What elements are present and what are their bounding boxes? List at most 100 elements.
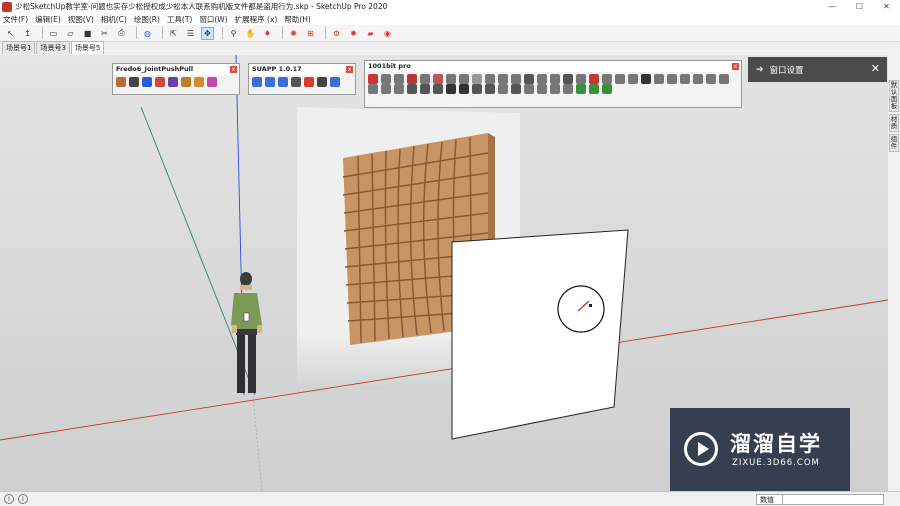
bit-tool-29-icon[interactable] — [368, 84, 378, 94]
model-info-icon[interactable]: ◍ — [141, 27, 154, 40]
bit-tool-24-icon[interactable] — [667, 74, 677, 84]
bit-tool-38-icon[interactable] — [485, 84, 495, 94]
bit-tool-36-icon[interactable] — [459, 84, 469, 94]
select-cursor-icon[interactable]: ↥ — [21, 27, 34, 40]
menu-draw[interactable]: 绘图(R) — [134, 14, 160, 25]
open-file-icon[interactable]: ▱ — [64, 27, 77, 40]
credits-icon[interactable]: i — [18, 494, 28, 504]
bit-tool-5-icon[interactable] — [420, 74, 430, 84]
orbit-icon[interactable]: ☰ — [184, 27, 197, 40]
menu-help[interactable]: 帮助(H) — [284, 14, 311, 25]
suapp-tool-2-icon[interactable] — [265, 77, 275, 87]
1001bit-close[interactable]: x — [732, 63, 739, 70]
bit-tool-43-icon[interactable] — [550, 84, 560, 94]
bit-tool-28-icon[interactable] — [719, 74, 729, 84]
close-button[interactable]: ✕ — [873, 0, 900, 13]
bit-tool-44-icon[interactable] — [563, 84, 573, 94]
bit-tool-46-icon[interactable] — [589, 84, 599, 94]
suapp-tool-1-icon[interactable] — [252, 77, 262, 87]
bit-tool-11-icon[interactable] — [498, 74, 508, 84]
bit-tool-1-icon[interactable] — [368, 74, 378, 84]
jpp-tool-7-icon[interactable] — [194, 77, 204, 87]
bit-tool-32-icon[interactable] — [407, 84, 417, 94]
jpp-tool-5-icon[interactable] — [168, 77, 178, 87]
bit-tool-21-icon[interactable] — [628, 74, 638, 84]
bit-tool-40-icon[interactable] — [511, 84, 521, 94]
jpp-tool-6-icon[interactable] — [181, 77, 191, 87]
menu-window[interactable]: 窗口(W) — [199, 14, 227, 25]
bit-tool-7-icon[interactable] — [446, 74, 456, 84]
bit-tool-41-icon[interactable] — [524, 84, 534, 94]
scene-tab-5[interactable]: 场景号5 — [70, 41, 105, 54]
bit-tool-34-icon[interactable] — [433, 84, 443, 94]
bit-tool-35-icon[interactable] — [446, 84, 456, 94]
suapp-tool-5-icon[interactable] — [304, 77, 314, 87]
window-settings-panel-header[interactable]: ➔ 窗口设置 ✕ — [748, 57, 887, 82]
scene-tab-1[interactable]: 场景号1 — [2, 41, 36, 54]
minimize-button[interactable]: — — [819, 0, 846, 13]
bit-tool-45-icon[interactable] — [576, 84, 586, 94]
suapp-tool-6-icon[interactable] — [317, 77, 327, 87]
menu-view[interactable]: 视图(V) — [68, 14, 94, 25]
scene-tab-3[interactable]: 场景号3 — [36, 41, 70, 54]
bit-tool-23-icon[interactable] — [654, 74, 664, 84]
bit-tool-19-icon[interactable] — [602, 74, 612, 84]
zoom-icon[interactable]: ⚲ — [227, 27, 240, 40]
suapp-tool-3-icon[interactable] — [278, 77, 288, 87]
cut-icon[interactable]: ✂ — [98, 27, 111, 40]
bit-tool-30-icon[interactable] — [381, 84, 391, 94]
menu-tools[interactable]: 工具(T) — [167, 14, 192, 25]
bit-tool-20-icon[interactable] — [615, 74, 625, 84]
jpp-tool-2-icon[interactable] — [129, 77, 139, 87]
select-arrow-icon[interactable]: ↖ — [4, 27, 17, 40]
bit-tool-31-icon[interactable] — [394, 84, 404, 94]
suapp-close[interactable]: x — [346, 66, 353, 73]
warehouse-icon[interactable]: ✹ — [347, 27, 360, 40]
bit-tool-42-icon[interactable] — [537, 84, 547, 94]
house-icon[interactable]: ✺ — [287, 27, 300, 40]
bit-tool-14-icon[interactable] — [537, 74, 547, 84]
new-file-icon[interactable]: ▭ — [47, 27, 60, 40]
ruby-icon[interactable]: ▰ — [364, 27, 377, 40]
jpp-tool-3-icon[interactable] — [142, 77, 152, 87]
menu-extensions[interactable]: 扩展程序 (x) — [235, 14, 278, 25]
suapp-tool-7-icon[interactable] — [330, 77, 340, 87]
measurements-box[interactable]: 数值 — [756, 494, 884, 505]
bit-tool-9-icon[interactable] — [472, 74, 482, 84]
side-tab-components[interactable]: 组件 — [889, 134, 899, 152]
white-face[interactable] — [451, 229, 629, 440]
bit-tool-10-icon[interactable] — [485, 74, 495, 84]
suapp-tool-4-icon[interactable] — [291, 77, 301, 87]
fire-icon[interactable]: ♦ — [261, 27, 274, 40]
bit-tool-18-icon[interactable] — [589, 74, 599, 84]
bit-tool-8-icon[interactable] — [459, 74, 469, 84]
bit-tool-17-icon[interactable] — [576, 74, 586, 84]
joint-push-pull-close[interactable]: x — [230, 66, 237, 73]
walkthrough-icon[interactable]: ⇱ — [167, 27, 180, 40]
side-tab-materials[interactable]: 材质 — [889, 114, 899, 132]
bit-tool-39-icon[interactable] — [498, 84, 508, 94]
bit-tool-3-icon[interactable] — [394, 74, 404, 84]
pan-icon[interactable]: ✥ — [201, 26, 214, 40]
jpp-tool-1-icon[interactable] — [116, 77, 126, 87]
side-tab-default[interactable]: 默认面板 — [889, 80, 899, 112]
bit-tool-15-icon[interactable] — [550, 74, 560, 84]
jpp-tool-4-icon[interactable] — [155, 77, 165, 87]
bit-tool-13-icon[interactable] — [524, 74, 534, 84]
bit-tool-27-icon[interactable] — [706, 74, 716, 84]
save-icon[interactable]: ■ — [81, 27, 94, 40]
bit-tool-2-icon[interactable] — [381, 74, 391, 84]
jpp-tool-8-icon[interactable] — [207, 77, 217, 87]
menu-edit[interactable]: 编辑(E) — [35, 14, 61, 25]
panel-close-icon[interactable]: ✕ — [871, 62, 880, 75]
menu-camera[interactable]: 相机(C) — [101, 14, 127, 25]
bit-tool-37-icon[interactable] — [472, 84, 482, 94]
bit-tool-22-icon[interactable] — [641, 74, 651, 84]
bit-tool-6-icon[interactable] — [433, 74, 443, 84]
menu-file[interactable]: 文件(F) — [3, 14, 28, 25]
bit-tool-33-icon[interactable] — [420, 84, 430, 94]
extension-icon[interactable]: ⚙ — [330, 27, 343, 40]
bit-tool-4-icon[interactable] — [407, 74, 417, 84]
component-icon[interactable]: ⊞ — [304, 27, 317, 40]
bit-tool-16-icon[interactable] — [563, 74, 573, 84]
